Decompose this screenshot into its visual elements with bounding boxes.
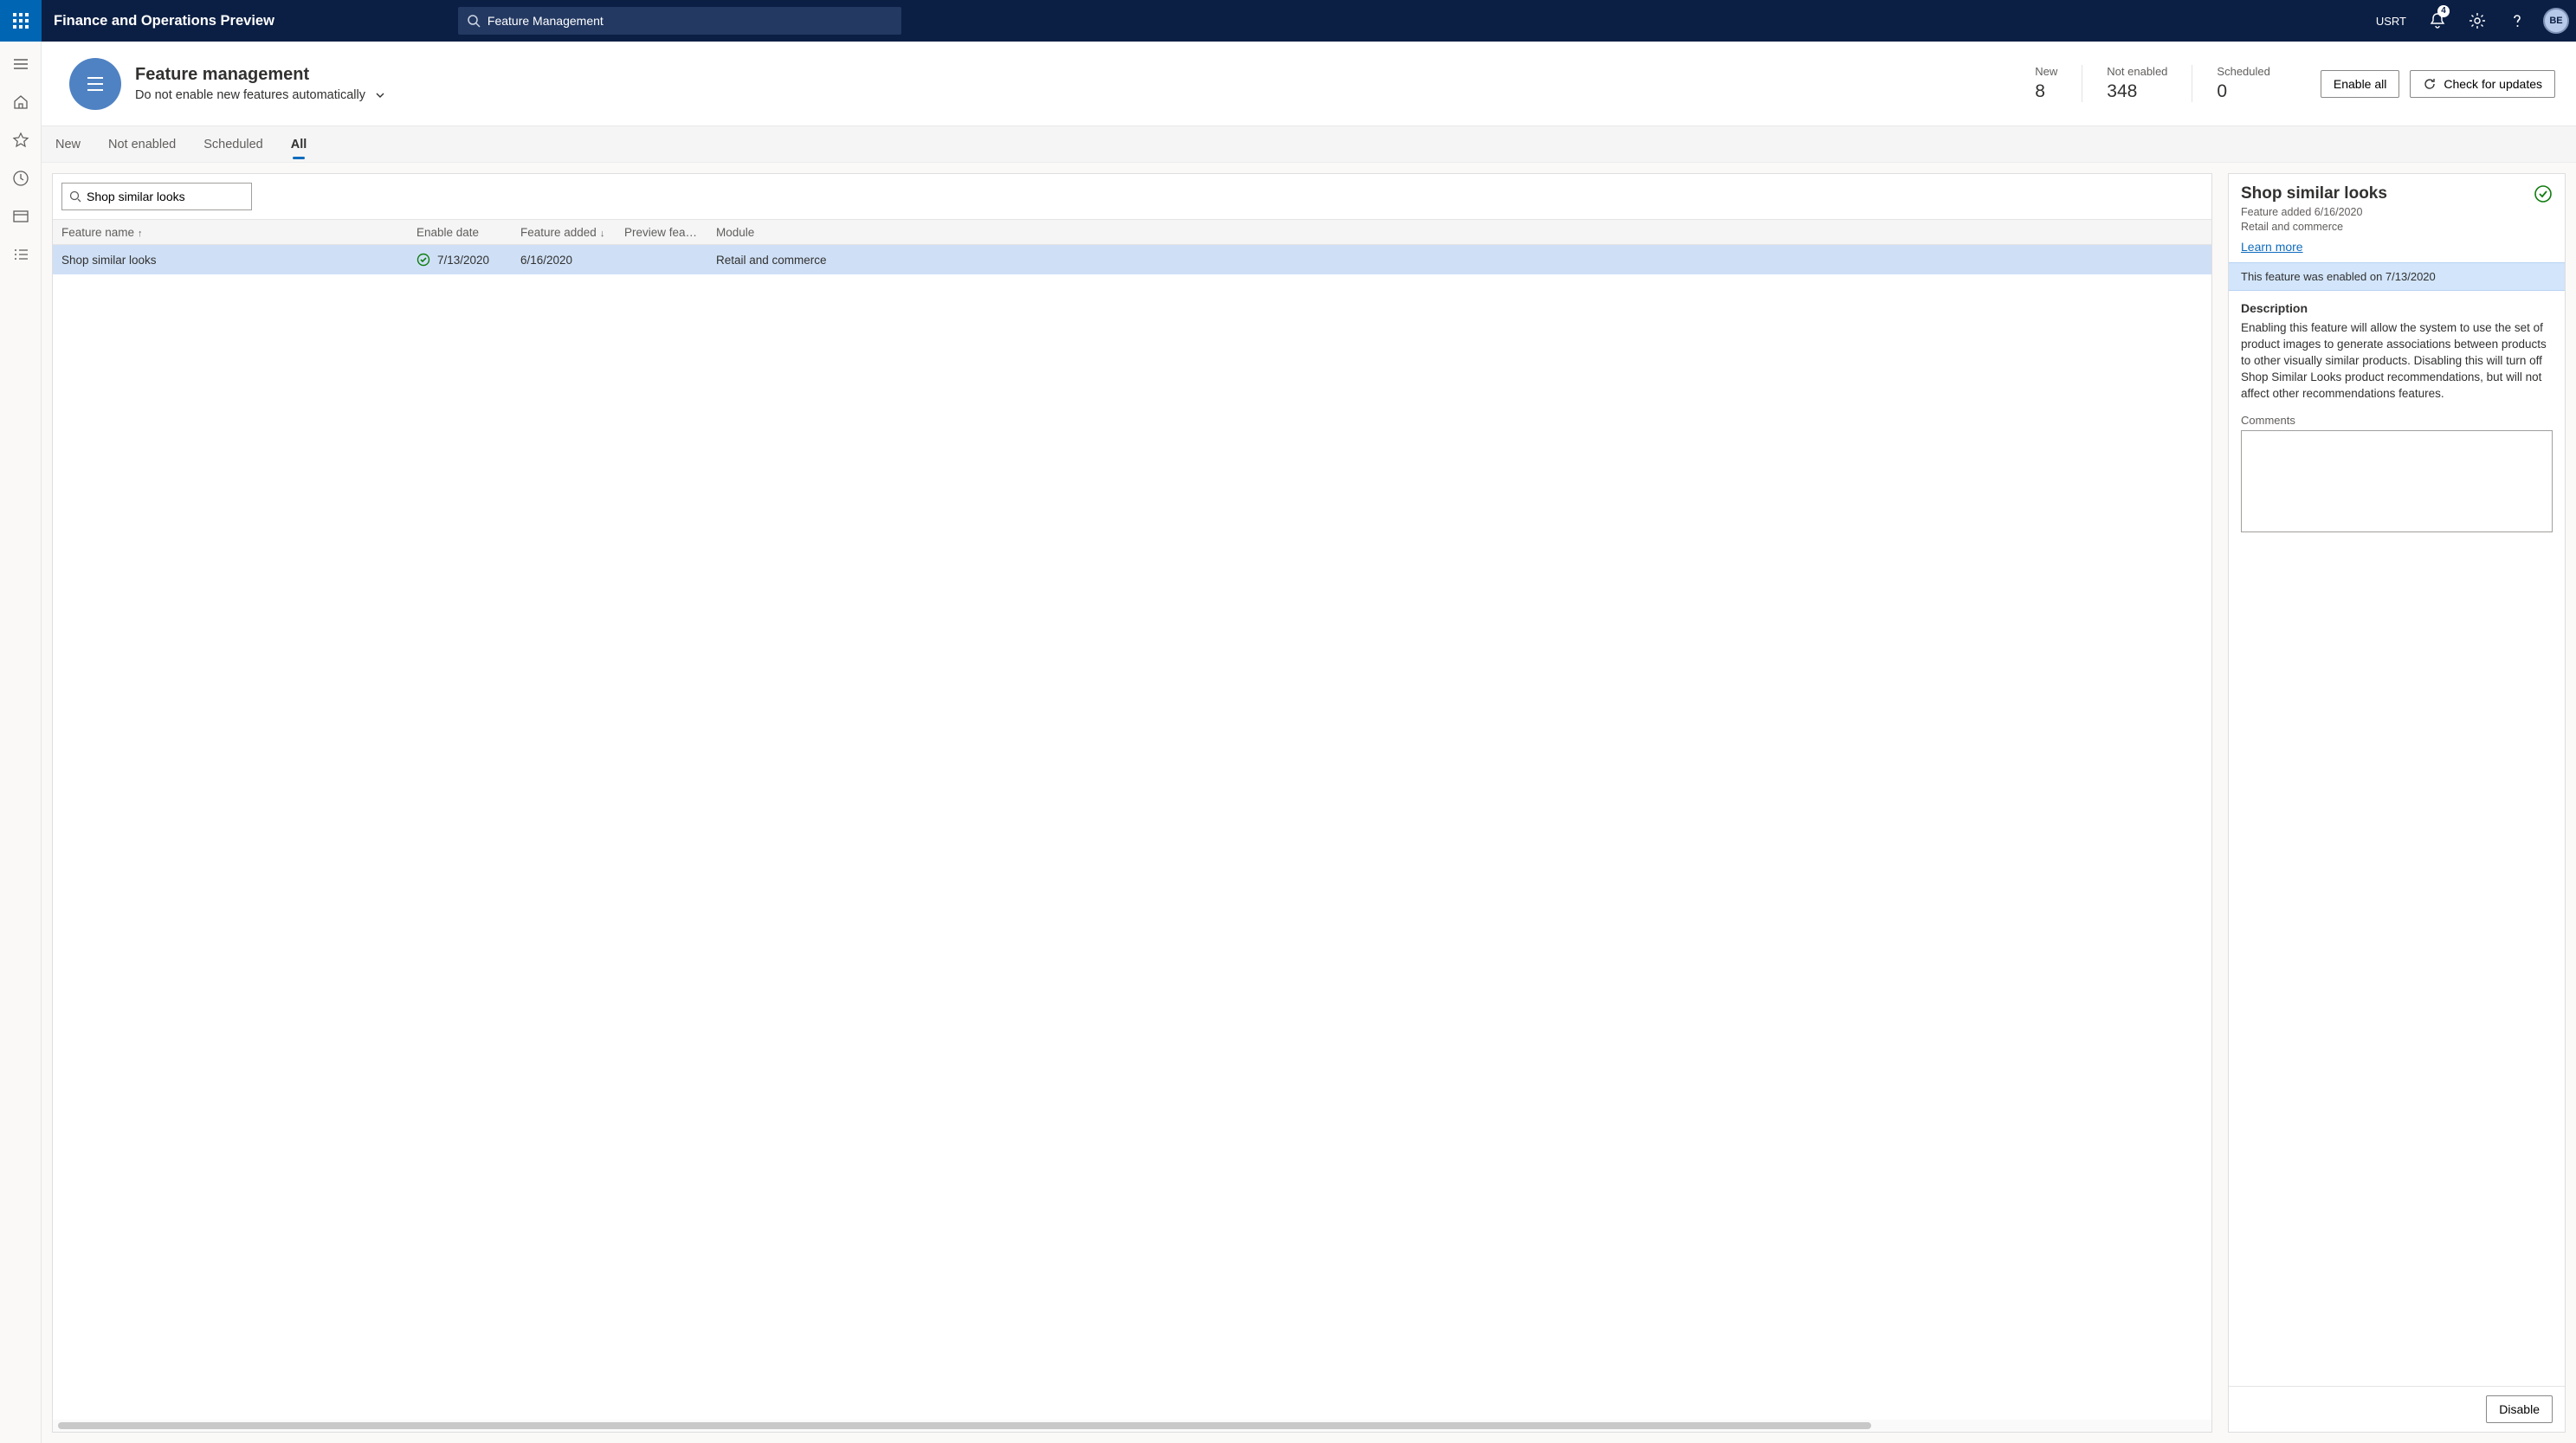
cell-module: Retail and commerce xyxy=(707,254,2211,267)
settings-button[interactable] xyxy=(2458,0,2496,42)
nav-modules[interactable] xyxy=(3,237,38,272)
comments-label: Comments xyxy=(2241,414,2553,427)
kpi-value: 0 xyxy=(2217,81,2269,102)
enable-all-label: Enable all xyxy=(2334,77,2387,91)
learn-more-link[interactable]: Learn more xyxy=(2241,240,2303,254)
auto-enable-mode-label: Do not enable new features automatically xyxy=(135,88,365,102)
description-text: Enabling this feature will allow the sys… xyxy=(2241,320,2553,402)
col-header-feature-name[interactable]: Feature name↑ xyxy=(53,226,408,239)
feature-grid-panel: Feature name↑ Enable date Feature added↓… xyxy=(52,173,2212,1433)
details-module: Retail and commerce xyxy=(2241,221,2553,233)
details-title: Shop similar looks xyxy=(2241,184,2553,203)
left-nav-rail xyxy=(0,42,42,1443)
user-avatar[interactable]: BE xyxy=(2543,8,2569,34)
enabled-check-icon xyxy=(2534,184,2553,203)
home-icon xyxy=(12,93,29,111)
gear-icon xyxy=(2469,12,2486,29)
company-label[interactable]: USRT xyxy=(2366,15,2417,28)
kpi-group: New 8 Not enabled 348 Scheduled 0 xyxy=(2011,65,2295,102)
app-title: Finance and Operations Preview xyxy=(42,13,274,29)
feature-details-pane: Shop similar looks Feature added 6/16/20… xyxy=(2228,173,2566,1433)
check-updates-label: Check for updates xyxy=(2444,77,2542,91)
feature-management-icon xyxy=(69,58,121,110)
kpi-not-enabled[interactable]: Not enabled 348 xyxy=(2082,65,2192,102)
description-heading: Description xyxy=(2241,301,2553,315)
col-header-feature-added[interactable]: Feature added↓ xyxy=(512,226,616,239)
tab-not-enabled[interactable]: Not enabled xyxy=(107,131,178,158)
workspace-icon xyxy=(12,208,29,225)
waffle-icon xyxy=(13,13,29,29)
refresh-icon xyxy=(2423,77,2437,91)
enable-all-button[interactable]: Enable all xyxy=(2321,70,2400,98)
grid-filter[interactable] xyxy=(61,183,252,210)
tab-all[interactable]: All xyxy=(289,131,309,158)
col-header-enable-date[interactable]: Enable date xyxy=(408,226,512,239)
kpi-label: Scheduled xyxy=(2217,65,2269,78)
kpi-label: New xyxy=(2035,65,2057,78)
kpi-scheduled[interactable]: Scheduled 0 xyxy=(2192,65,2294,102)
nav-expand-button[interactable] xyxy=(3,47,38,81)
help-button[interactable] xyxy=(2498,0,2536,42)
col-header-module[interactable]: Module xyxy=(707,226,2211,239)
disable-button[interactable]: Disable xyxy=(2486,1395,2553,1423)
nav-recent[interactable] xyxy=(3,161,38,196)
chevron-down-icon xyxy=(374,89,386,101)
cell-feature-added: 6/16/2020 xyxy=(512,254,616,267)
cell-enable-date: 7/13/2020 xyxy=(408,253,512,267)
check-for-updates-button[interactable]: Check for updates xyxy=(2410,70,2555,98)
col-header-preview[interactable]: Preview feature xyxy=(616,226,707,239)
search-icon xyxy=(69,190,81,203)
cell-feature-name: Shop similar looks xyxy=(53,254,408,267)
nav-home[interactable] xyxy=(3,85,38,119)
nav-favorites[interactable] xyxy=(3,123,38,158)
global-search-input[interactable] xyxy=(487,14,893,28)
search-icon xyxy=(467,14,481,28)
clock-icon xyxy=(12,170,29,187)
details-added: Feature added 6/16/2020 xyxy=(2241,206,2553,218)
tab-bar: New Not enabled Scheduled All xyxy=(42,126,2576,163)
page-title: Feature management xyxy=(135,65,386,85)
app-launcher-button[interactable] xyxy=(0,0,42,42)
workspace-header: Feature management Do not enable new fea… xyxy=(42,42,2576,126)
disable-label: Disable xyxy=(2499,1402,2540,1416)
sort-asc-icon: ↑ xyxy=(138,229,143,239)
tab-new[interactable]: New xyxy=(54,131,82,158)
sort-desc-icon: ↓ xyxy=(600,229,605,239)
enabled-check-icon xyxy=(416,253,430,267)
grid-filter-input[interactable] xyxy=(87,190,244,203)
kpi-label: Not enabled xyxy=(2107,65,2167,78)
help-icon xyxy=(2508,12,2526,29)
table-row[interactable]: Shop similar looks 7/13/2020 6/16/2020 R… xyxy=(53,245,2211,274)
global-search[interactable] xyxy=(458,7,901,35)
comments-textarea[interactable] xyxy=(2241,430,2553,532)
horizontal-scrollbar[interactable] xyxy=(53,1420,2211,1432)
tab-scheduled[interactable]: Scheduled xyxy=(202,131,265,158)
notification-badge: 4 xyxy=(2437,5,2450,17)
nav-workspaces[interactable] xyxy=(3,199,38,234)
modules-icon xyxy=(12,246,29,263)
hamburger-icon xyxy=(12,55,29,73)
notifications-button[interactable]: 4 xyxy=(2418,0,2457,42)
kpi-value: 8 xyxy=(2035,81,2057,102)
enabled-banner: This feature was enabled on 7/13/2020 xyxy=(2229,262,2565,291)
list-icon xyxy=(81,69,110,99)
global-app-bar: Finance and Operations Preview USRT 4 BE xyxy=(0,0,2576,42)
kpi-new[interactable]: New 8 xyxy=(2011,65,2082,102)
grid-header-row: Feature name↑ Enable date Feature added↓… xyxy=(53,219,2211,245)
auto-enable-mode-dropdown[interactable]: Do not enable new features automatically xyxy=(135,88,386,102)
star-icon xyxy=(12,132,29,149)
kpi-value: 348 xyxy=(2107,81,2167,102)
